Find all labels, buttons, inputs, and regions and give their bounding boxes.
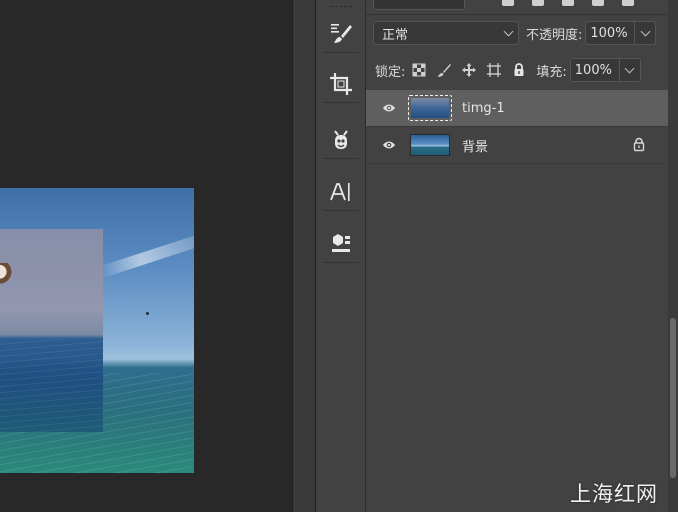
pixel-filter-icon[interactable] — [502, 0, 514, 6]
lock-options — [411, 62, 527, 78]
smart-object-filter-icon[interactable] — [622, 0, 634, 6]
lock-transparent-pixels-icon[interactable] — [411, 62, 427, 78]
crop-tool-icon[interactable] — [323, 66, 359, 103]
3d-material-icon[interactable] — [323, 226, 359, 263]
watermark-text: 上海红网 — [570, 482, 658, 506]
layer-filter-bar — [366, 0, 668, 15]
blend-mode-value: 正常 — [382, 27, 409, 43]
layer-thumbnail[interactable] — [408, 95, 452, 121]
blend-opacity-row: 正常 不透明度: 100% — [366, 21, 668, 45]
layer-row-timg-1[interactable]: timg-1 — [366, 90, 668, 127]
layer-thumbnail[interactable] — [408, 132, 452, 158]
layer-lock-icon[interactable] — [632, 137, 646, 152]
layer-name[interactable]: timg-1 — [462, 101, 505, 116]
cloud-streak — [96, 233, 194, 279]
lock-image-pixels-icon[interactable] — [436, 62, 452, 78]
panel-scrollbar[interactable] — [668, 0, 678, 512]
lock-all-icon[interactable] — [511, 62, 527, 78]
opacity-label: 不透明度: — [526, 27, 583, 43]
panel-dock — [316, 0, 366, 512]
background-photo[interactable] — [0, 188, 194, 473]
layer-kind-filter[interactable] — [373, 0, 465, 10]
distant-bird — [146, 312, 149, 315]
lock-label: 锁定: — [375, 64, 406, 80]
layer-row-background[interactable]: 背景 — [366, 127, 668, 164]
shape-filter-icon[interactable] — [592, 0, 604, 6]
visibility-eye-icon[interactable] — [382, 101, 396, 115]
fill-value[interactable]: 100% — [571, 63, 619, 78]
scrollbar-thumb[interactable] — [670, 318, 676, 478]
type-tool-icon[interactable] — [323, 174, 359, 211]
lock-fill-row: 锁定: 填充: 100% — [366, 58, 668, 82]
bird-fragment — [0, 263, 14, 285]
layer-name[interactable]: 背景 — [462, 136, 488, 155]
document-canvas[interactable] — [0, 0, 292, 512]
fill-label: 填充: — [536, 64, 567, 80]
brush-tool-icon[interactable] — [323, 16, 359, 53]
visibility-eye-icon[interactable] — [382, 138, 396, 152]
panel-gutter — [292, 0, 316, 512]
adjustment-filter-icon[interactable] — [532, 0, 544, 6]
opacity-value[interactable]: 100% — [586, 26, 634, 41]
layers-list: timg-1 背景 — [366, 90, 668, 164]
overlay-sea-texture — [0, 339, 103, 432]
pasted-layer-image[interactable] — [0, 229, 103, 432]
chevron-down-icon — [498, 22, 518, 44]
type-filter-icon[interactable] — [562, 0, 574, 6]
layers-panel: 正常 不透明度: 100% 锁定: 填充: 100% timg-1 背景 — [366, 0, 668, 512]
lock-position-icon[interactable] — [461, 62, 477, 78]
chevron-down-icon[interactable] — [634, 22, 655, 44]
opacity-field[interactable]: 100% — [585, 21, 657, 45]
lock-artboard-icon[interactable] — [486, 62, 502, 78]
filter-icons — [502, 0, 634, 6]
chevron-down-icon[interactable] — [618, 59, 640, 81]
character-styles-icon[interactable] — [323, 122, 359, 159]
fill-field[interactable]: 100% — [569, 58, 641, 82]
dock-separator — [330, 6, 352, 9]
blend-mode-dropdown[interactable]: 正常 — [373, 21, 519, 45]
